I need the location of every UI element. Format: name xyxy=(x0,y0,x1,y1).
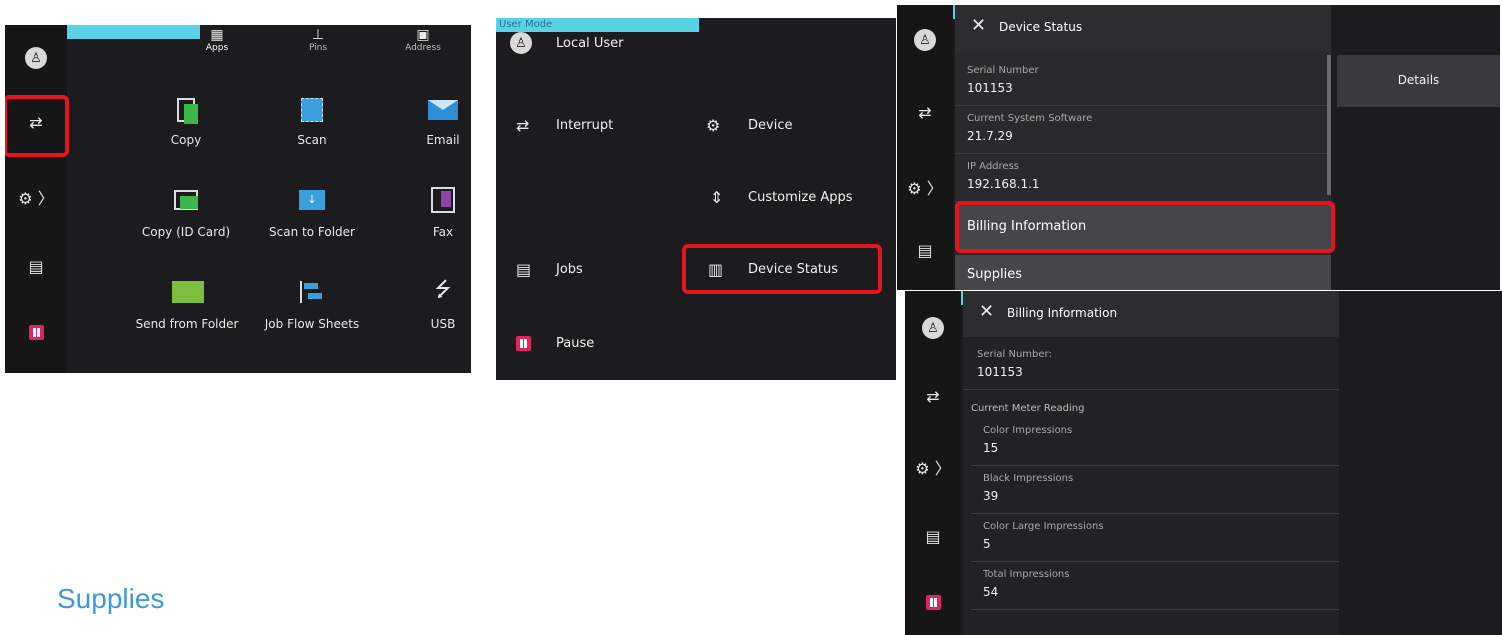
page-title: Device Status xyxy=(999,20,1083,34)
user-icon[interactable]: ♙ xyxy=(914,29,936,51)
device-button[interactable]: ⚙ Device xyxy=(706,116,856,140)
user-icon: ♙ xyxy=(510,32,532,54)
side-rail: ♙ ⇄ ⚙ 〉 ▤ xyxy=(905,291,961,635)
supplies-item[interactable]: Supplies xyxy=(955,255,1331,290)
apps-grid-icon: ▦ xyxy=(210,27,224,43)
envelope-icon xyxy=(427,95,459,125)
info-row: Serial Number 101153 xyxy=(955,61,1331,106)
jobs-icon[interactable]: ▤ xyxy=(28,257,43,276)
screen-menu: User Mode ♙ Local User ⇄ Interrupt ⚙ Dev… xyxy=(496,18,896,380)
interrupt-icon[interactable]: ⇄ xyxy=(918,103,931,122)
fax-icon xyxy=(427,185,459,215)
usb-icon: ⭍ xyxy=(434,277,452,301)
meter-row: Black Impressions 39 xyxy=(971,469,1339,514)
supplies-caption: Supplies xyxy=(57,583,165,614)
meter-row: Color Large Impressions 5 xyxy=(971,517,1339,562)
local-user-button[interactable]: ♙ Local User xyxy=(510,32,650,62)
pause-icon[interactable] xyxy=(28,325,44,340)
copy-icon xyxy=(171,95,201,125)
meter-row: Total Impressions 54 xyxy=(971,565,1339,610)
user-icon[interactable]: ♙ xyxy=(922,317,944,339)
interrupt-icon[interactable]: ⇄ xyxy=(926,387,939,406)
pin-icon: ⊥ xyxy=(311,27,325,43)
gear-icon: ⚙ xyxy=(706,116,721,135)
side-rail: ♙ ⇄ ⚙ 〉 ▤ xyxy=(5,25,67,373)
id-card-icon xyxy=(171,185,201,215)
scrollbar[interactable] xyxy=(1327,55,1331,195)
jobs-button[interactable]: ▤ Jobs xyxy=(510,260,660,284)
close-icon[interactable]: ✕ xyxy=(971,15,986,36)
details-tab[interactable]: Details xyxy=(1337,55,1500,107)
pause-icon xyxy=(516,336,531,351)
info-row: Current System Software 21.7.29 xyxy=(955,109,1331,154)
meter-heading: Current Meter Reading xyxy=(971,403,1085,414)
serial-row: Serial Number: 101153 xyxy=(963,345,1339,390)
gear-icon[interactable]: ⚙ 〉 xyxy=(18,185,53,209)
interrupt-icon: ⇄ xyxy=(516,116,530,135)
jobs-icon[interactable]: ▤ xyxy=(917,241,932,260)
screen-device-status: User Mode ♙ ⇄ ⚙ 〉 ▤ ✕ Device Status Seri… xyxy=(897,5,1500,290)
job-flow-icon xyxy=(297,277,327,307)
highlight-interrupt xyxy=(5,95,69,157)
meter-row: Color Impressions 15 xyxy=(971,421,1339,466)
pause-icon[interactable] xyxy=(925,595,941,610)
billing-header: ✕ Billing Information xyxy=(963,291,1339,337)
close-icon[interactable]: ✕ xyxy=(979,301,994,322)
jobs-icon[interactable]: ▤ xyxy=(925,527,940,546)
device-status-header: ✕ Device Status xyxy=(955,5,1331,51)
sort-icon: ⇕ xyxy=(710,188,724,207)
page-title: Billing Information xyxy=(1007,306,1118,320)
gear-icon[interactable]: ⚙ 〉 xyxy=(907,175,942,199)
tab-address[interactable]: ▣ Address xyxy=(393,27,453,71)
screen-apps: User Mode ♙ ⇄ ⚙ 〉 ▤ ▦ Apps ⊥ Pins ▣ Addr… xyxy=(5,25,471,373)
billing-panel: ✕ Billing Information Serial Number: 101… xyxy=(963,291,1339,635)
tab-apps[interactable]: ▦ Apps xyxy=(187,27,247,71)
info-row: IP Address 192.168.1.1 xyxy=(955,157,1331,202)
user-mode-label: User Mode xyxy=(499,19,553,30)
tab-pins[interactable]: ⊥ Pins xyxy=(288,27,348,71)
user-icon[interactable]: ♙ xyxy=(25,47,47,69)
scan-icon xyxy=(297,95,327,125)
screen-billing-information: User Mode ♙ ⇄ ⚙ 〉 ▤ ✕ Billing Informatio… xyxy=(905,291,1502,635)
jobs-icon: ▤ xyxy=(516,260,532,279)
interrupt-button[interactable]: ⇄ Interrupt xyxy=(510,116,660,140)
highlight-billing-information xyxy=(955,201,1335,253)
address-book-icon: ▣ xyxy=(416,27,430,43)
customize-apps-button[interactable]: ⇕ Customize Apps xyxy=(706,188,886,212)
highlight-device-status xyxy=(682,244,882,294)
folder-scan-icon: ↓ xyxy=(297,185,327,215)
side-rail: ♙ ⇄ ⚙ 〉 ▤ xyxy=(897,5,953,290)
pause-button[interactable]: Pause xyxy=(510,334,660,358)
gear-icon[interactable]: ⚙ 〉 xyxy=(915,455,950,479)
folder-icon xyxy=(171,277,205,307)
